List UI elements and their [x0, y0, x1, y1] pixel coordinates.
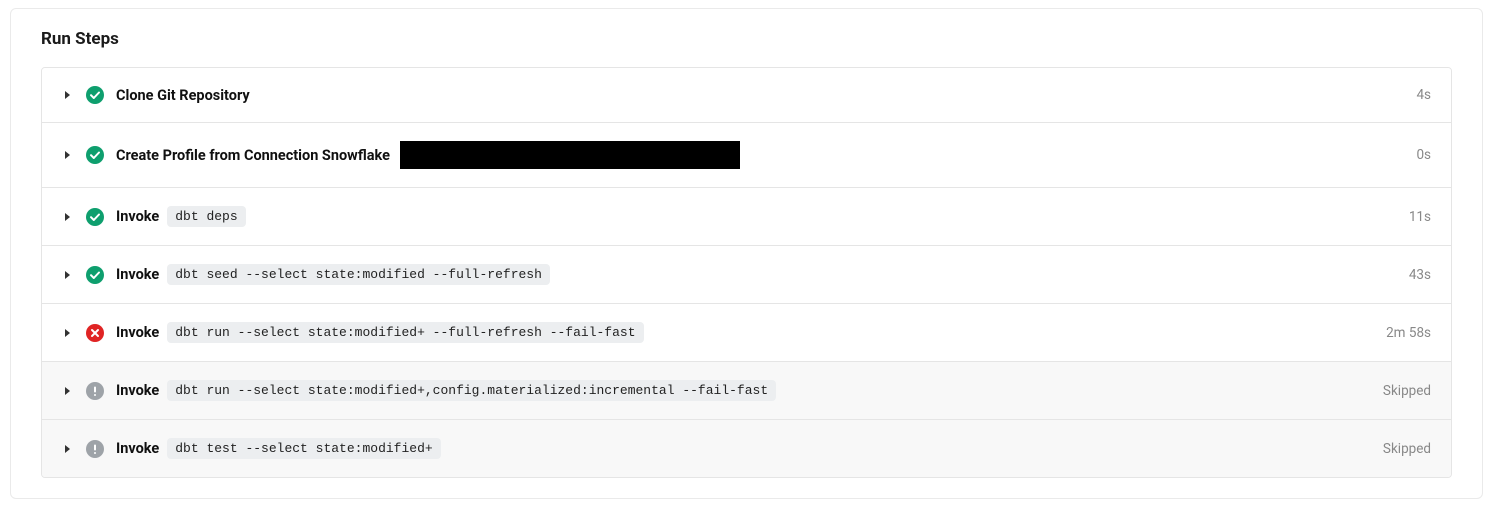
run-steps-panel: Run Steps Clone Git Repository 4s Create P…: [10, 8, 1483, 499]
skipped-status-icon: [86, 440, 104, 458]
step-label: Invoke dbt deps: [116, 206, 1397, 227]
step-label: Invoke dbt run --select state:modified+,c…: [116, 380, 1371, 401]
panel-title: Run Steps: [11, 29, 1482, 67]
step-command: dbt deps: [167, 206, 245, 227]
redacted-block: [400, 141, 740, 169]
step-command: dbt test --select state:modified+: [167, 438, 440, 459]
chevron-right-icon: [62, 90, 74, 100]
step-row[interactable]: Clone Git Repository 4s: [42, 68, 1451, 123]
step-label-text: Create Profile from Connection Snowflake: [116, 147, 390, 164]
success-status-icon: [86, 266, 104, 284]
step-row[interactable]: Invoke dbt seed --select state:modified -…: [42, 246, 1451, 304]
step-duration: 11s: [1409, 209, 1431, 225]
success-status-icon: [86, 146, 104, 164]
step-row[interactable]: Invoke dbt run --select state:modified+,c…: [42, 362, 1451, 420]
chevron-right-icon: [62, 212, 74, 222]
step-label: Invoke dbt test --select state:modified+: [116, 438, 1371, 459]
step-row[interactable]: Invoke dbt test --select state:modified+ S…: [42, 420, 1451, 477]
step-label: Create Profile from Connection Snowflake: [116, 141, 1404, 169]
step-command: dbt run --select state:modified+,config.…: [167, 380, 776, 401]
success-status-icon: [86, 208, 104, 226]
step-label-text: Invoke: [116, 382, 159, 399]
step-row[interactable]: Create Profile from Connection Snowflake…: [42, 123, 1451, 188]
skipped-status-icon: [86, 382, 104, 400]
step-label-text: Invoke: [116, 440, 159, 457]
step-duration: Skipped: [1383, 441, 1431, 457]
chevron-right-icon: [62, 386, 74, 396]
step-row[interactable]: Invoke dbt deps 11s: [42, 188, 1451, 246]
step-duration: 2m 58s: [1386, 325, 1431, 341]
chevron-right-icon: [62, 270, 74, 280]
success-status-icon: [86, 86, 104, 104]
step-label: Clone Git Repository: [116, 87, 1404, 104]
step-label: Invoke dbt run --select state:modified+ -…: [116, 322, 1374, 343]
steps-list: Clone Git Repository 4s Create Profile fro…: [41, 67, 1452, 478]
step-row[interactable]: Invoke dbt run --select state:modified+ -…: [42, 304, 1451, 362]
step-duration: 0s: [1416, 147, 1431, 163]
step-duration: 4s: [1416, 87, 1431, 103]
step-duration: Skipped: [1383, 383, 1431, 399]
step-duration: 43s: [1409, 267, 1431, 283]
chevron-right-icon: [62, 328, 74, 338]
chevron-right-icon: [62, 150, 74, 160]
step-label-text: Invoke: [116, 208, 159, 225]
step-command: dbt seed --select state:modified --full-…: [167, 264, 550, 285]
step-label-text: Invoke: [116, 324, 159, 341]
step-label: Invoke dbt seed --select state:modified -…: [116, 264, 1397, 285]
step-command: dbt run --select state:modified+ --full-…: [167, 322, 643, 343]
step-label-text: Invoke: [116, 266, 159, 283]
step-label-text: Clone Git Repository: [116, 87, 250, 104]
error-status-icon: [86, 324, 104, 342]
chevron-right-icon: [62, 444, 74, 454]
